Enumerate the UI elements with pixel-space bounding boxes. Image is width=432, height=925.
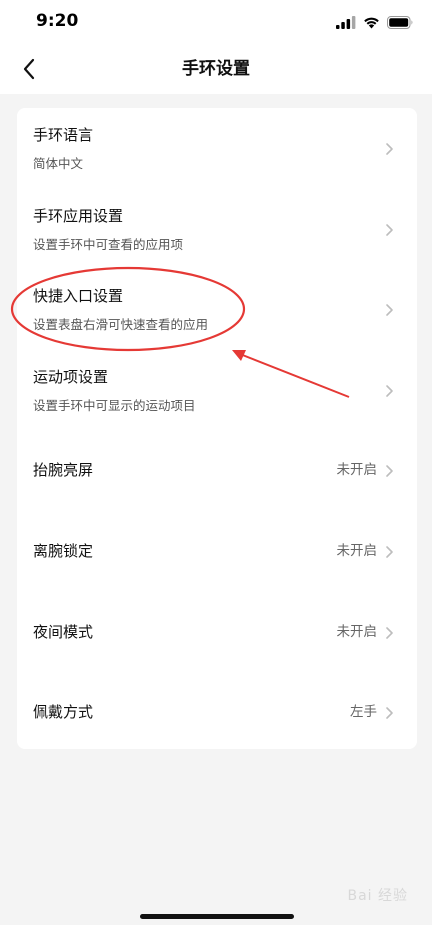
watermark: Bai 经验 [347,888,408,904]
nav-bar: 手环设置 [0,44,432,94]
page-title: 手环设置 [182,59,250,79]
row-value: 左手 [350,704,377,721]
chevron-right-icon [386,304,393,316]
settings-card: 手环语言 简体中文 手环应用设置 设置手环中可查看的应用项 快捷入口设置 设置表… [17,108,417,749]
row-subtitle: 设置手环中可查看的应用项 [33,236,184,252]
row-title: 抬腕亮屏 [33,461,94,480]
status-time: 9:20 [36,11,79,31]
row-subtitle: 设置表盘右滑可快速查看的应用 [33,317,209,333]
row-value: 未开启 [336,623,378,640]
row-subtitle: 简体中文 [33,156,84,171]
chevron-right-icon [386,546,393,558]
row-title: 夜间模式 [33,622,94,641]
chevron-right-icon [386,223,393,236]
status-icons [336,13,414,31]
row-title: 运动项设置 [33,367,109,386]
row-title: 离腕锁定 [33,541,94,560]
row-raise-to-wake[interactable]: 抬腕亮屏 未开启 [17,430,417,511]
row-night-mode[interactable]: 夜间模式 未开启 [17,592,417,673]
row-wearing-hand[interactable]: 佩戴方式 左手 [17,672,417,753]
status-bar: 9:20 [0,0,432,44]
row-value: 未开启 [336,542,378,559]
row-shortcut-settings[interactable]: 快捷入口设置 设置表盘右滑可快速查看的应用 [17,269,417,350]
row-title: 快捷入口设置 [33,287,124,306]
home-indicator[interactable] [140,914,294,919]
cellular-signal-icon [336,15,356,29]
chevron-right-icon [386,384,393,397]
row-title: 手环语言 [33,126,94,144]
row-title: 手环应用设置 [33,206,124,225]
chevron-right-icon [386,626,393,639]
row-sport-settings[interactable]: 运动项设置 设置手环中可显示的运动项目 [17,350,417,431]
row-value: 未开启 [336,462,378,479]
chevron-right-icon [386,465,393,478]
wifi-icon [364,17,379,28]
chevron-right-icon [386,143,393,155]
row-band-app-settings[interactable]: 手环应用设置 设置手环中可查看的应用项 [17,189,417,270]
row-off-wrist-lock[interactable]: 离腕锁定 未开启 [17,511,417,592]
row-subtitle: 设置手环中可显示的运动项目 [33,397,196,413]
battery-icon [387,15,413,29]
chevron-right-icon [386,707,393,719]
row-title: 佩戴方式 [33,703,94,722]
row-band-language[interactable]: 手环语言 简体中文 [17,108,417,189]
